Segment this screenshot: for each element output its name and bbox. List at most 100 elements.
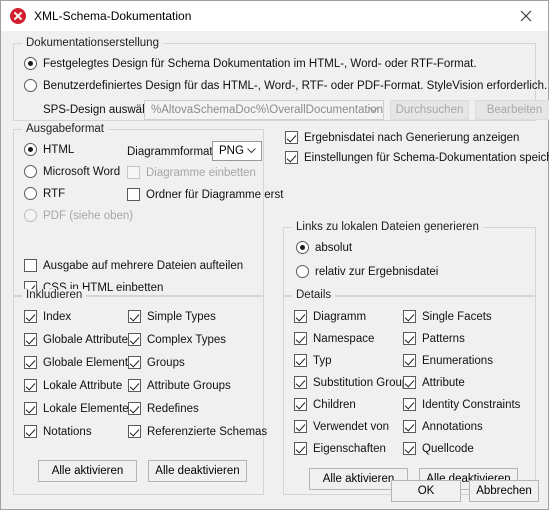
checkbox-show-result-file-indicator [285,131,298,144]
checkbox-include-local-attributes-indicator [24,379,37,392]
radio-html-indicator [24,143,37,156]
checkbox-include-global-elements[interactable]: Globale Elemente [24,356,134,369]
checkbox-include-groups[interactable]: Groups [128,356,185,369]
checkbox-include-notations[interactable]: Notations [24,425,92,438]
checkbox-include-local-elements[interactable]: Lokale Elemente [24,402,129,415]
checkbox-include-global-elements-label: Globale Elemente [43,357,134,369]
checkbox-detail-substitution-group[interactable]: Substitution Group [294,376,408,389]
checkbox-include-attribute-groups-indicator [128,379,141,392]
checkbox-detail-patterns[interactable]: Patterns [403,332,465,345]
checkbox-detail-annotations[interactable]: Annotations [403,420,483,433]
checkbox-detail-namespace-indicator [294,332,307,345]
checkbox-split-output-label: Ausgabe auf mehrere Dateien aufteilen [43,260,243,272]
radio-custom-design[interactable]: Benutzerdefiniertes Design für das HTML-… [24,79,547,92]
browse-button[interactable]: Durchsuchen [390,100,469,120]
details-group: Details Diagramm Namespace Typ Substitut… [283,295,536,495]
checkbox-include-referenced-schemas-indicator [128,425,141,438]
window-title: XML-Schema-Dokumentation [34,9,191,23]
checkbox-include-groups-label: Groups [147,357,185,369]
sps-design-value: %AltovaSchemaDoc%\OverallDocumentation.s… [151,104,384,116]
checkbox-detail-substitution-group-indicator [294,376,307,389]
checkbox-detail-source-code[interactable]: Quellcode [403,442,474,455]
checkbox-detail-type[interactable]: Typ [294,354,332,367]
radio-microsoft-word[interactable]: Microsoft Word [24,165,120,178]
radio-microsoft-word-label: Microsoft Word [43,166,120,178]
include-disable-all-button[interactable]: Alle deaktivieren [148,460,247,482]
checkbox-include-simple-types-label: Simple Types [147,311,216,323]
checkbox-detail-diagram[interactable]: Diagramm [294,310,366,323]
radio-html[interactable]: HTML [24,143,74,156]
checkbox-include-complex-types-label: Complex Types [147,334,226,346]
checkbox-split-output[interactable]: Ausgabe auf mehrere Dateien aufteilen [24,259,243,272]
checkbox-embed-diagrams-label: Diagramme einbetten [146,167,256,179]
checkbox-split-output-indicator [24,259,37,272]
checkbox-detail-source-code-label: Quellcode [422,443,474,455]
checkbox-include-attribute-groups-label: Attribute Groups [147,380,231,392]
edit-button[interactable]: Bearbeiten [475,100,549,120]
close-button[interactable] [504,1,548,31]
radio-rtf[interactable]: RTF [24,187,65,200]
checkbox-include-complex-types[interactable]: Complex Types [128,333,226,346]
documentation-creation-legend: Dokumentationserstellung [22,37,163,49]
checkbox-show-result-file[interactable]: Ergebnisdatei nach Generierung anzeigen [285,131,519,144]
checkbox-detail-single-facets[interactable]: Single Facets [403,310,492,323]
checkbox-detail-enumerations-label: Enumerations [422,355,493,367]
checkbox-detail-used-by[interactable]: Verwendet von [294,420,389,433]
checkbox-include-global-attributes-indicator [24,333,37,346]
checkbox-include-notations-label: Notations [43,426,92,438]
radio-predefined-design[interactable]: Festgelegtes Design für Schema Dokumenta… [24,57,477,70]
ok-button[interactable]: OK [391,480,461,502]
checkbox-detail-type-label: Typ [313,355,332,367]
checkbox-include-global-elements-indicator [24,356,37,369]
local-links-legend: Links zu lokalen Dateien generieren [292,221,483,233]
radio-custom-design-label: Benutzerdefiniertes Design für das HTML-… [43,80,547,92]
checkbox-include-global-attributes[interactable]: Globale Attribute [24,333,128,346]
checkbox-include-local-elements-indicator [24,402,37,415]
radio-predefined-design-label: Festgelegtes Design für Schema Dokumenta… [43,58,477,70]
sps-design-combo[interactable]: %AltovaSchemaDoc%\OverallDocumentation.s… [144,100,384,120]
checkbox-detail-attribute[interactable]: Attribute [403,376,465,389]
radio-html-label: HTML [43,144,74,156]
checkbox-detail-patterns-indicator [403,332,416,345]
radio-predefined-design-indicator [24,57,37,70]
checkbox-include-redefines[interactable]: Redefines [128,402,199,415]
radio-link-absolute-indicator [296,241,309,254]
checkbox-detail-namespace[interactable]: Namespace [294,332,374,345]
checkbox-embed-diagrams: Diagramme einbetten [127,166,256,179]
diagram-format-combo[interactable]: PNG [212,141,262,161]
checkbox-include-index-indicator [24,310,37,323]
chevron-down-icon [241,142,261,160]
checkbox-detail-children[interactable]: Children [294,398,356,411]
checkbox-include-attribute-groups[interactable]: Attribute Groups [128,379,231,392]
checkbox-include-referenced-schemas[interactable]: Referenzierte Schemas [128,425,267,438]
include-enable-all-button[interactable]: Alle aktivieren [38,460,137,482]
checkbox-detail-source-code-indicator [403,442,416,455]
radio-rtf-indicator [24,187,37,200]
checkbox-detail-attribute-indicator [403,376,416,389]
checkbox-detail-enumerations[interactable]: Enumerations [403,354,493,367]
radio-link-absolute[interactable]: absolut [296,241,352,254]
checkbox-diagram-folder-label: Ordner für Diagramme erst [146,189,283,201]
altova-app-icon [10,8,26,24]
details-legend: Details [292,289,335,301]
dialog-body: Dokumentationserstellung Festgelegtes De… [1,31,548,509]
cancel-button[interactable]: Abbrechen [469,480,539,502]
checkbox-save-settings[interactable]: Einstellungen für Schema-Dokumentation s… [285,151,549,164]
checkbox-include-index[interactable]: Index [24,310,71,323]
diagram-format-label: Diagrammformat: [127,146,216,158]
checkbox-detail-substitution-group-label: Substitution Group [313,377,408,389]
checkbox-diagram-folder-indicator [127,188,140,201]
checkbox-include-local-attributes-label: Lokale Attribute [43,380,122,392]
close-icon [520,10,532,22]
checkbox-include-simple-types[interactable]: Simple Types [128,310,216,323]
checkbox-include-redefines-indicator [128,402,141,415]
checkbox-include-local-attributes[interactable]: Lokale Attribute [24,379,122,392]
radio-link-relative[interactable]: relativ zur Ergebnisdatei [296,265,438,278]
checkbox-detail-properties[interactable]: Eigenschaften [294,442,386,455]
radio-microsoft-word-indicator [24,165,37,178]
checkbox-save-settings-label: Einstellungen für Schema-Dokumentation s… [304,152,549,164]
checkbox-detail-identity-constraints[interactable]: Identity Constraints [403,398,520,411]
checkbox-include-global-attributes-label: Globale Attribute [43,334,128,346]
checkbox-diagram-folder[interactable]: Ordner für Diagramme erst [127,188,283,201]
checkbox-show-result-file-label: Ergebnisdatei nach Generierung anzeigen [304,132,519,144]
